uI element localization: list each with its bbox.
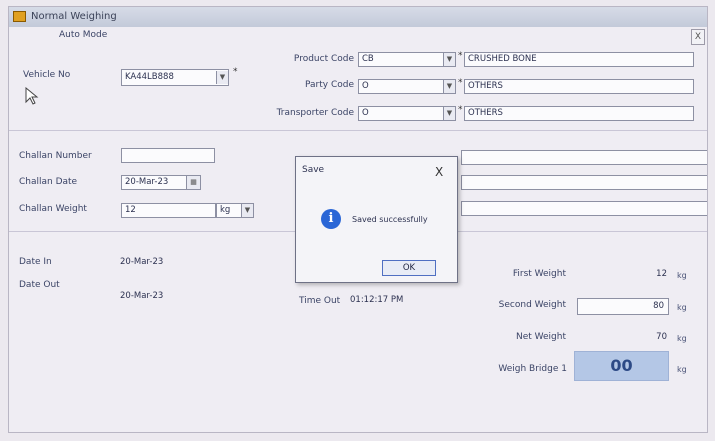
dialog-close-button[interactable]: X xyxy=(435,165,443,179)
challan-extra-field-3[interactable] xyxy=(461,201,707,216)
product-code-combo[interactable]: CB ▼ xyxy=(358,52,456,67)
date-in-value: 20-Mar-23 xyxy=(120,257,164,267)
time-out-value: 01:12:17 PM xyxy=(350,295,404,305)
vehicle-no-combo[interactable]: KA44LB888 ▼ xyxy=(121,69,229,86)
date-out-label: Date Out xyxy=(19,280,60,290)
vehicle-no-label: Vehicle No xyxy=(23,70,71,80)
challan-weight-input[interactable]: 12 xyxy=(121,203,216,218)
dialog-message: Saved successfully xyxy=(352,215,428,224)
second-weight-label: Second Weight xyxy=(498,300,566,310)
info-icon: i xyxy=(321,209,341,229)
date-in-label: Date In xyxy=(19,257,52,267)
challan-number-input[interactable] xyxy=(121,148,215,163)
vehicle-dropdown-arrow-icon[interactable]: ▼ xyxy=(216,71,228,84)
time-out-label: Time Out xyxy=(299,296,341,306)
second-weight-unit: kg xyxy=(677,303,687,312)
transporter-name-field: OTHERS xyxy=(464,106,694,121)
window-close-button[interactable]: X xyxy=(691,29,705,45)
challan-extra-field-1[interactable] xyxy=(461,150,707,165)
section-divider xyxy=(9,130,707,131)
product-dropdown-arrow-icon[interactable]: ▼ xyxy=(443,53,455,66)
product-name-field: CRUSHED BONE xyxy=(464,52,694,67)
first-weight-unit: kg xyxy=(677,271,687,280)
challan-number-label: Challan Number xyxy=(19,151,92,161)
challan-weight-label: Challan Weight xyxy=(19,204,87,214)
unit-dropdown-arrow-icon[interactable]: ▼ xyxy=(241,204,253,217)
transporter-dropdown-arrow-icon[interactable]: ▼ xyxy=(443,107,455,120)
transporter-required-marker: * xyxy=(458,105,463,115)
transporter-code-label: Transporter Code xyxy=(276,108,354,118)
dialog-title: Save xyxy=(302,165,325,175)
challan-date-label: Challan Date xyxy=(19,177,78,187)
product-code-value: CB xyxy=(362,54,374,64)
challan-date-picker[interactable]: 20-Mar-23 ▦ xyxy=(121,175,201,190)
app-icon xyxy=(13,11,26,22)
challan-weight-unit-select[interactable]: kg ▼ xyxy=(216,203,254,218)
transporter-code-combo[interactable]: O ▼ xyxy=(358,106,456,121)
challan-date-value: 20-Mar-23 xyxy=(125,177,169,187)
weigh-bridge-unit: kg xyxy=(677,365,687,374)
date-out-value: 20-Mar-23 xyxy=(120,291,164,301)
net-weight-unit: kg xyxy=(677,334,687,343)
product-required-marker: * xyxy=(458,51,463,61)
window-title: Normal Weighing xyxy=(31,11,117,22)
calendar-icon[interactable]: ▦ xyxy=(186,176,200,189)
first-weight-value: 12 xyxy=(656,269,667,279)
party-code-value: O xyxy=(362,81,369,91)
save-dialog: Save X i Saved successfully OK xyxy=(295,156,458,283)
transporter-code-value: O xyxy=(362,108,369,118)
challan-extra-field-2[interactable] xyxy=(461,175,707,190)
party-required-marker: * xyxy=(458,78,463,88)
party-code-label: Party Code xyxy=(305,80,354,90)
vehicle-no-value: KA44LB888 xyxy=(125,72,174,82)
product-code-label: Product Code xyxy=(293,54,354,64)
normal-weighing-window: Normal Weighing X Auto Mode Vehicle No K… xyxy=(8,6,708,433)
party-name-field: OTHERS xyxy=(464,79,694,94)
party-dropdown-arrow-icon[interactable]: ▼ xyxy=(443,80,455,93)
mode-label: Auto Mode xyxy=(59,30,108,40)
weigh-bridge-label: Weigh Bridge 1 xyxy=(498,364,567,374)
net-weight-label: Net Weight xyxy=(515,332,566,342)
challan-weight-unit-value: kg xyxy=(220,205,231,215)
vehicle-required-marker: * xyxy=(233,67,238,77)
party-code-combo[interactable]: O ▼ xyxy=(358,79,456,94)
first-weight-label: First Weight xyxy=(512,269,566,279)
ok-button[interactable]: OK xyxy=(382,260,436,276)
weigh-bridge-display: 00 xyxy=(574,351,669,381)
net-weight-value: 70 xyxy=(656,332,667,342)
second-weight-input[interactable]: 80 xyxy=(577,298,669,315)
mouse-cursor-icon xyxy=(25,87,39,105)
title-bar: Normal Weighing xyxy=(9,7,707,27)
